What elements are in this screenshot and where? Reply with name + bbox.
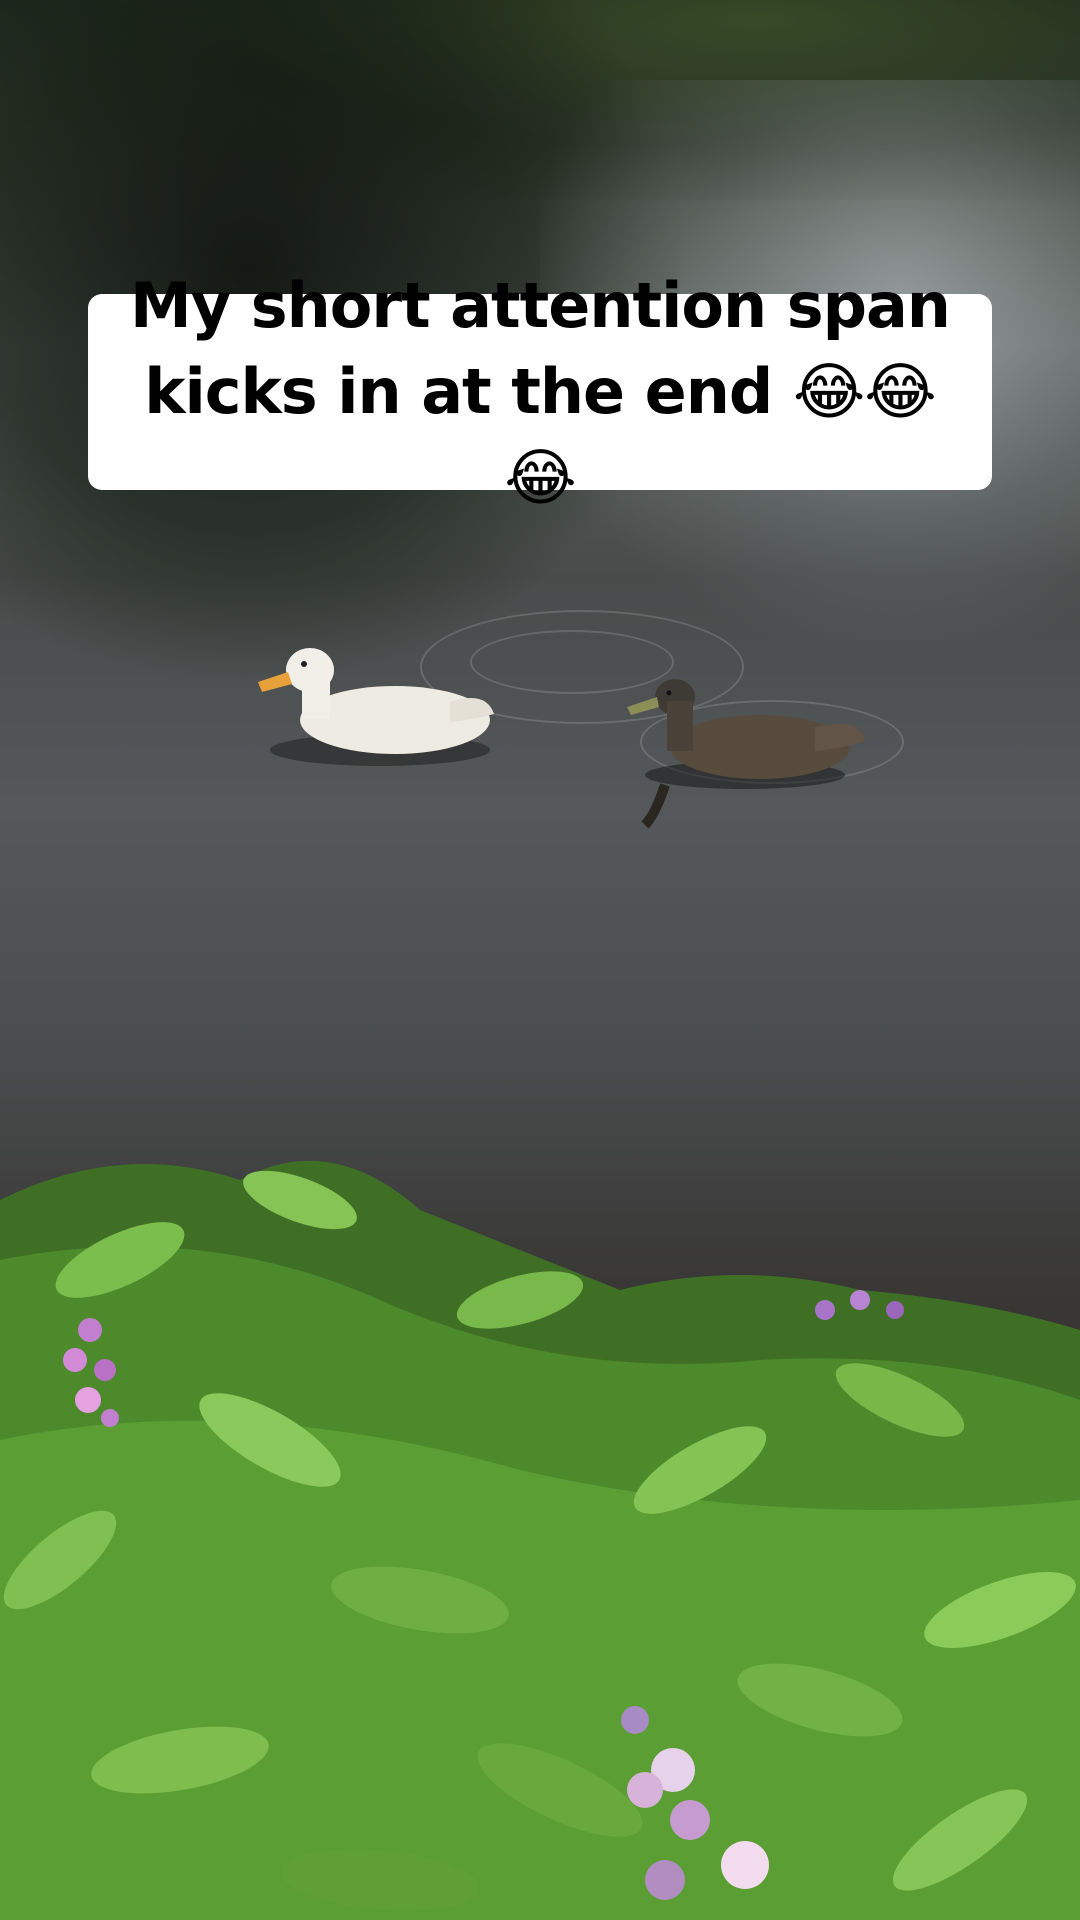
flower-icon: [63, 1318, 119, 1427]
caption-text: My short attention span kicks in at the …: [130, 269, 951, 514]
caption-box: My short attention span kicks in at the …: [88, 269, 992, 514]
white-duck-icon: [258, 648, 494, 766]
flower-icon: [621, 1706, 769, 1900]
foreground-plants: [0, 1160, 1080, 1920]
brown-duck-icon: [627, 679, 865, 829]
video-frame[interactable]: My short attention span kicks in at the …: [0, 0, 1080, 1920]
flower-icon: [815, 1290, 904, 1320]
